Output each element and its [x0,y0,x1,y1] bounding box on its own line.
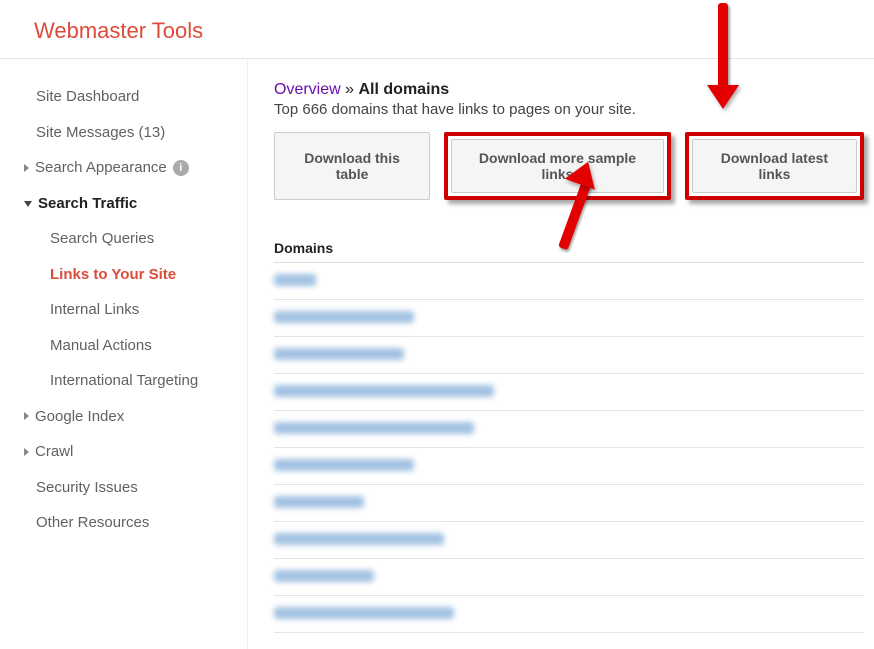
domains-table [274,263,864,633]
breadcrumb: Overview » All domains [274,81,864,99]
download-more-sample-links-button[interactable]: Download more sample links [451,139,664,193]
sidebar-section-google-index[interactable]: Google Index [20,399,247,435]
breadcrumb-separator: » [345,81,354,98]
blurred-domain-text [274,274,316,286]
sidebar-item-search-queries[interactable]: Search Queries [20,221,247,257]
blurred-domain-text [274,385,494,397]
sidebar-item-messages[interactable]: Site Messages (13) [20,115,247,151]
sidebar-item-internal-links[interactable]: Internal Links [20,292,247,328]
sidebar-item-other-resources[interactable]: Other Resources [20,505,247,541]
blurred-domain-text [274,459,414,471]
blurred-domain-text [274,422,474,434]
app-title: Webmaster Tools [34,18,840,44]
table-row[interactable] [274,522,864,559]
main-content: Overview » All domains Top 666 domains t… [248,59,874,649]
table-row[interactable] [274,596,864,633]
blurred-domain-text [274,570,374,582]
sidebar-section-search-traffic[interactable]: Search Traffic [20,186,247,222]
sidebar-item-intl-targeting[interactable]: International Targeting [20,363,247,399]
sidebar-label: Search Traffic [38,194,137,214]
sidebar-section-search-appearance[interactable]: Search Appearance i [20,150,247,186]
table-row[interactable] [274,374,864,411]
table-row[interactable] [274,411,864,448]
sidebar-item-links-to-site[interactable]: Links to Your Site [20,257,247,293]
table-row[interactable] [274,300,864,337]
download-table-button[interactable]: Download this table [274,132,430,200]
chevron-right-icon [24,164,29,172]
breadcrumb-current: All domains [359,81,450,98]
domains-column-header: Domains [274,234,864,263]
table-row[interactable] [274,559,864,596]
sidebar-label: Crawl [35,442,73,462]
blurred-domain-text [274,533,444,545]
blurred-domain-text [274,607,454,619]
chevron-right-icon [24,412,29,420]
highlight-box: Download more sample links [444,132,671,200]
sidebar-section-crawl[interactable]: Crawl [20,434,247,470]
chevron-right-icon [24,448,29,456]
table-row[interactable] [274,448,864,485]
blurred-domain-text [274,348,404,360]
sidebar-item-manual-actions[interactable]: Manual Actions [20,328,247,364]
button-row: Download this table Download more sample… [274,132,864,200]
sidebar-item-dashboard[interactable]: Site Dashboard [20,79,247,115]
sidebar-label: Google Index [35,407,124,427]
blurred-domain-text [274,311,414,323]
table-row[interactable] [274,337,864,374]
sidebar-label: Search Appearance [35,158,167,178]
table-row[interactable] [274,485,864,522]
blurred-domain-text [274,496,364,508]
table-row[interactable] [274,263,864,300]
chevron-down-icon [24,201,32,207]
sidebar-item-security-issues[interactable]: Security Issues [20,470,247,506]
page-subtitle: Top 666 domains that have links to pages… [274,101,864,118]
info-icon: i [173,160,189,176]
sidebar: Site Dashboard Site Messages (13) Search… [0,59,248,649]
highlight-box: Download latest links [685,132,864,200]
breadcrumb-overview-link[interactable]: Overview [274,81,341,98]
download-latest-links-button[interactable]: Download latest links [692,139,857,193]
